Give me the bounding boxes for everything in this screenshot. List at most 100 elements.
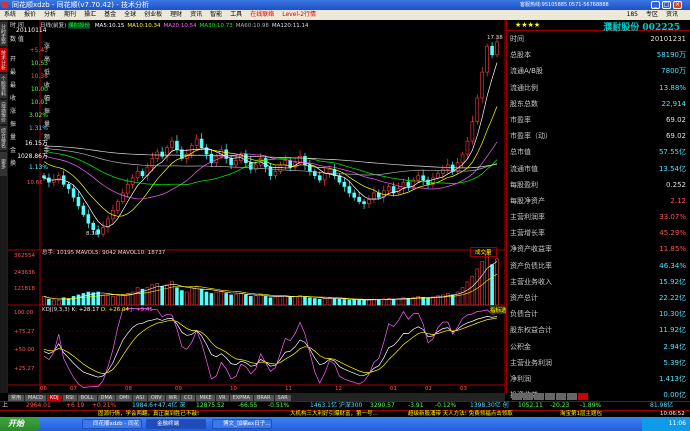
volume-bar xyxy=(155,283,160,306)
info-value: 10.00 xyxy=(30,86,48,93)
menu-right-item[interactable]: 185 xyxy=(627,10,638,20)
volume-button[interactable]: 成交量 xyxy=(470,247,497,257)
candle-body xyxy=(377,192,381,198)
left-tab[interactable]: 更多 xyxy=(0,152,7,176)
menu-item[interactable]: Level-2行情 xyxy=(282,10,316,20)
volume-bar xyxy=(372,298,376,306)
panel-tab[interactable] xyxy=(556,393,566,400)
start-button[interactable]: 开始 xyxy=(0,417,40,431)
candle-body xyxy=(288,160,292,168)
maximize-button[interactable]: □ xyxy=(662,1,671,9)
volume-bar xyxy=(475,268,480,306)
candle-body xyxy=(224,149,228,159)
panel-tab[interactable] xyxy=(523,393,533,400)
menu-item[interactable]: 工具 xyxy=(230,10,242,20)
candle-body xyxy=(396,188,401,194)
index-value: -3.91 xyxy=(408,402,424,409)
info-value: +5.43 xyxy=(29,47,48,54)
volume-bar xyxy=(111,296,115,306)
mavol10-line xyxy=(43,273,498,300)
left-tab[interactable]: 技术分析 xyxy=(0,48,7,72)
left-tab-strip: 分时走势技术分析个股资料自选报价综合排名更多 xyxy=(0,20,8,393)
info-row-label: 股东总数 xyxy=(510,99,538,108)
ma-line xyxy=(43,147,498,176)
candle-body xyxy=(460,153,465,164)
panel-tab[interactable] xyxy=(545,393,555,400)
volume-bar xyxy=(199,288,204,306)
volume-bar xyxy=(224,293,228,306)
menu-item[interactable]: 系统 xyxy=(4,10,16,20)
candle-body xyxy=(145,166,150,177)
index-value: -1.89% xyxy=(580,402,602,409)
news-ticker: 固源行情，学会两翻，真正赢到胜已不敲! 大机构三大利好引爆财富，第一号... 超… xyxy=(0,410,690,417)
menu-item[interactable]: 操汇 xyxy=(84,10,96,20)
info-row: 每股盈利 0.252 xyxy=(507,177,690,193)
menu-right-item[interactable]: 专区 xyxy=(646,10,658,20)
volume-bar xyxy=(244,294,248,306)
volume-bar xyxy=(229,294,233,306)
volume-bar xyxy=(401,297,406,306)
price-min-label: 8.30 xyxy=(86,231,99,237)
taskbar-item[interactable]: 金融终端 xyxy=(146,419,206,429)
info-row-value: 46.34% xyxy=(659,261,686,270)
volume-bar xyxy=(219,290,224,306)
candle-body xyxy=(71,188,76,198)
menu-item[interactable]: 基金 xyxy=(104,10,116,20)
candle-body xyxy=(317,175,322,181)
info-row-value: 22.22亿 xyxy=(658,294,686,302)
menu-item[interactable]: 分析 xyxy=(44,10,56,20)
candle-body xyxy=(52,179,56,183)
candle-body xyxy=(298,155,302,164)
rating-stars: ★★★★ xyxy=(515,21,541,29)
info-unit: 涨 xyxy=(44,43,51,50)
menu-item[interactable]: 全球 xyxy=(124,10,136,20)
info-row-value: 22,914 xyxy=(661,99,687,108)
index-value: 上 xyxy=(2,402,9,409)
info-row-value: 45.29% xyxy=(659,229,686,238)
index-bar: 上 2964.01 +6.19 +0.21% 1984.6+47.4亿 深 12875.5… xyxy=(0,401,690,410)
info-row: 主营业务收入 15.92亿 xyxy=(507,274,690,290)
info-row-label: 总股本 xyxy=(510,51,531,60)
candle-body xyxy=(416,175,421,181)
left-tab[interactable]: 分时走势 xyxy=(0,22,7,46)
volume-bar xyxy=(91,292,96,306)
menu-item[interactable]: 期刊 xyxy=(64,10,76,20)
menu-item[interactable]: 创业板 xyxy=(144,10,162,20)
menu-item[interactable]: 智能 xyxy=(210,10,222,20)
candle-body xyxy=(253,164,258,170)
left-tab[interactable]: 个股资料 xyxy=(0,74,7,98)
candle-body xyxy=(263,158,268,168)
info-row-value: 2.12 xyxy=(670,196,686,205)
volume-bar xyxy=(283,295,288,306)
volume-bar xyxy=(184,291,189,306)
panel-tab[interactable] xyxy=(567,393,577,400)
minimize-button[interactable]: _ xyxy=(651,1,660,9)
menu-item[interactable]: 报价 xyxy=(24,10,36,20)
volume-bar xyxy=(431,296,435,306)
close-button[interactable]: × xyxy=(673,1,682,9)
menu-item[interactable]: 理财 xyxy=(170,10,182,20)
menu-item[interactable]: 资讯 xyxy=(190,10,202,20)
taskbar-item[interactable]: 博文_加编ex日子... xyxy=(212,419,272,429)
candle-body xyxy=(194,138,199,146)
candle-body xyxy=(362,201,366,205)
panel-tab[interactable] xyxy=(534,393,544,400)
indicator-tabs: 常用 MACD KDJ RSI BOLL DMA DMI ASI OBV WR CCI MIKE VR E… xyxy=(8,393,505,402)
left-tab[interactable]: 综合排名 xyxy=(0,126,7,150)
info-unit: 低 xyxy=(44,69,51,76)
volume-bar xyxy=(347,299,352,306)
candle-body xyxy=(342,181,347,187)
candle-body xyxy=(381,190,386,198)
info-value: 10.01 xyxy=(30,99,48,106)
volume-bar xyxy=(465,281,470,306)
panel-tab[interactable] xyxy=(512,393,522,400)
info-row-value: 58190万 xyxy=(656,51,686,60)
taskbar-item[interactable]: 同花顺xdzb - 同花 xyxy=(82,419,142,429)
volume-bar xyxy=(357,299,361,306)
menu-right-item[interactable]: 资讯 xyxy=(666,10,678,20)
candle-body xyxy=(406,181,411,187)
left-tab[interactable]: 自选报价 xyxy=(0,100,7,124)
menu-item[interactable]: 在线联络 xyxy=(250,10,274,20)
panel-tab[interactable] xyxy=(578,393,588,400)
volume-bar xyxy=(298,295,302,306)
